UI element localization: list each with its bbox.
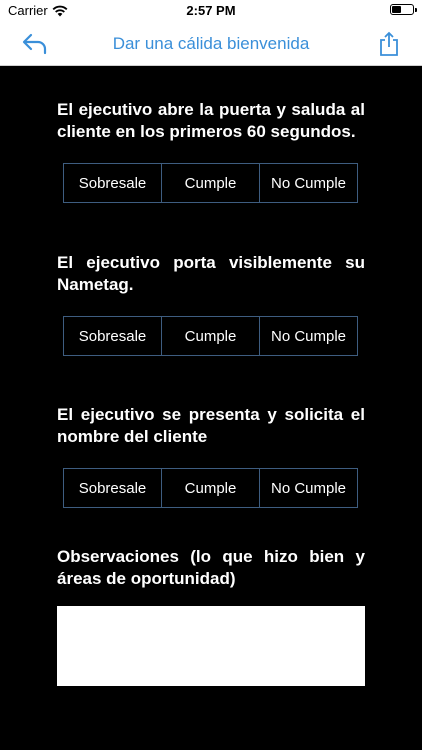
option-sobresale[interactable]: Sobresale xyxy=(64,164,162,202)
option-sobresale[interactable]: Sobresale xyxy=(64,317,162,355)
option-no-cumple[interactable]: No Cumple xyxy=(260,164,357,202)
question-2-text: El ejecutivo porta visiblemente su Namet… xyxy=(57,253,365,294)
share-icon xyxy=(380,31,398,56)
status-bar: Carrier 2:57 PM xyxy=(0,0,422,22)
question-1-rating: Sobresale Cumple No Cumple xyxy=(63,163,358,203)
back-button[interactable] xyxy=(18,30,52,58)
question-3-text: El ejecutivo se presenta y solicita el n… xyxy=(57,405,365,446)
back-arrow-icon xyxy=(22,33,47,55)
question-1-text: El ejecutivo abre la puerta y saluda al … xyxy=(57,100,365,141)
page-title: Dar una cálida bienvenida xyxy=(112,34,310,53)
question-3-rating: Sobresale Cumple No Cumple xyxy=(63,468,358,508)
option-cumple[interactable]: Cumple xyxy=(162,469,260,507)
share-button[interactable] xyxy=(376,29,402,59)
navigation-bar: Dar una cálida bienvenida xyxy=(0,22,422,66)
option-sobresale[interactable]: Sobresale xyxy=(64,469,162,507)
option-no-cumple[interactable]: No Cumple xyxy=(260,469,357,507)
option-cumple[interactable]: Cumple xyxy=(162,164,260,202)
option-no-cumple[interactable]: No Cumple xyxy=(260,317,357,355)
observations-label: Observaciones (lo que hizo bien y áreas … xyxy=(57,547,365,588)
evaluation-form: El ejecutivo abre la puerta y saluda al … xyxy=(0,66,422,750)
option-cumple[interactable]: Cumple xyxy=(162,317,260,355)
battery-icon xyxy=(390,4,417,15)
status-time: 2:57 PM xyxy=(186,3,236,18)
observations-field[interactable] xyxy=(57,606,365,686)
question-2-rating: Sobresale Cumple No Cumple xyxy=(63,316,358,356)
